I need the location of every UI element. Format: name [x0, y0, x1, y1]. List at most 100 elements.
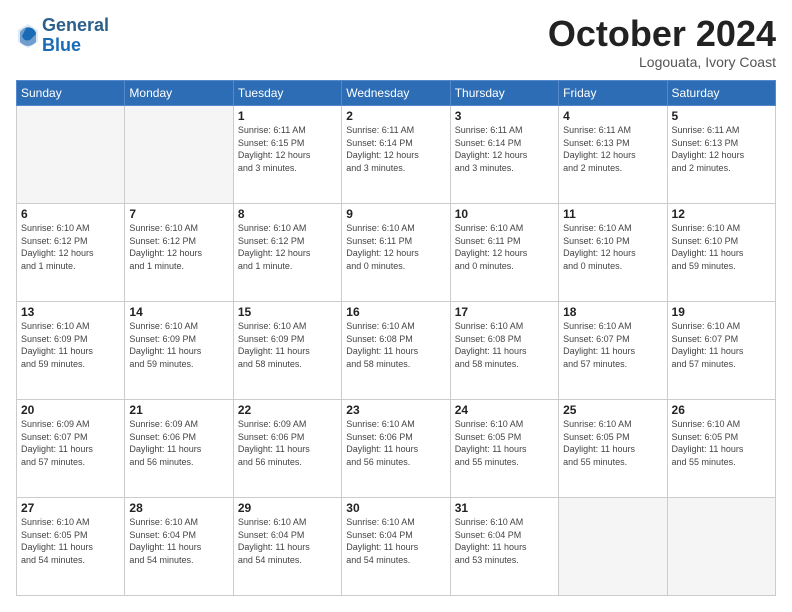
day-number: 3 — [455, 109, 554, 123]
month-title: October 2024 — [548, 16, 776, 52]
calendar-header: SundayMondayTuesdayWednesdayThursdayFrid… — [17, 81, 776, 106]
calendar-cell: 10Sunrise: 6:10 AM Sunset: 6:11 PM Dayli… — [450, 204, 558, 302]
calendar-cell: 7Sunrise: 6:10 AM Sunset: 6:12 PM Daylig… — [125, 204, 233, 302]
day-number: 7 — [129, 207, 228, 221]
day-info: Sunrise: 6:09 AM Sunset: 6:06 PM Dayligh… — [129, 418, 228, 468]
calendar-cell: 4Sunrise: 6:11 AM Sunset: 6:13 PM Daylig… — [559, 106, 667, 204]
day-info: Sunrise: 6:10 AM Sunset: 6:09 PM Dayligh… — [129, 320, 228, 370]
calendar-cell: 6Sunrise: 6:10 AM Sunset: 6:12 PM Daylig… — [17, 204, 125, 302]
week-row-5: 27Sunrise: 6:10 AM Sunset: 6:05 PM Dayli… — [17, 498, 776, 596]
calendar-cell: 14Sunrise: 6:10 AM Sunset: 6:09 PM Dayli… — [125, 302, 233, 400]
day-number: 9 — [346, 207, 445, 221]
calendar-table: SundayMondayTuesdayWednesdayThursdayFrid… — [16, 80, 776, 596]
calendar-cell: 9Sunrise: 6:10 AM Sunset: 6:11 PM Daylig… — [342, 204, 450, 302]
calendar-cell — [125, 106, 233, 204]
header: General Blue October 2024 Logouata, Ivor… — [16, 16, 776, 70]
calendar-cell: 22Sunrise: 6:09 AM Sunset: 6:06 PM Dayli… — [233, 400, 341, 498]
location-subtitle: Logouata, Ivory Coast — [548, 54, 776, 70]
calendar-cell: 17Sunrise: 6:10 AM Sunset: 6:08 PM Dayli… — [450, 302, 558, 400]
day-number: 16 — [346, 305, 445, 319]
day-info: Sunrise: 6:10 AM Sunset: 6:12 PM Dayligh… — [21, 222, 120, 272]
weekday-header-row: SundayMondayTuesdayWednesdayThursdayFrid… — [17, 81, 776, 106]
calendar-cell: 3Sunrise: 6:11 AM Sunset: 6:14 PM Daylig… — [450, 106, 558, 204]
calendar-cell: 24Sunrise: 6:10 AM Sunset: 6:05 PM Dayli… — [450, 400, 558, 498]
calendar-cell: 18Sunrise: 6:10 AM Sunset: 6:07 PM Dayli… — [559, 302, 667, 400]
calendar-cell — [559, 498, 667, 596]
day-number: 11 — [563, 207, 662, 221]
logo-text: General Blue — [42, 16, 109, 56]
day-number: 25 — [563, 403, 662, 417]
calendar-cell: 15Sunrise: 6:10 AM Sunset: 6:09 PM Dayli… — [233, 302, 341, 400]
day-number: 23 — [346, 403, 445, 417]
calendar-cell — [17, 106, 125, 204]
calendar-cell: 12Sunrise: 6:10 AM Sunset: 6:10 PM Dayli… — [667, 204, 775, 302]
weekday-header-monday: Monday — [125, 81, 233, 106]
day-number: 4 — [563, 109, 662, 123]
day-number: 8 — [238, 207, 337, 221]
calendar-cell: 19Sunrise: 6:10 AM Sunset: 6:07 PM Dayli… — [667, 302, 775, 400]
day-info: Sunrise: 6:09 AM Sunset: 6:07 PM Dayligh… — [21, 418, 120, 468]
day-info: Sunrise: 6:10 AM Sunset: 6:07 PM Dayligh… — [672, 320, 771, 370]
day-info: Sunrise: 6:11 AM Sunset: 6:14 PM Dayligh… — [455, 124, 554, 174]
day-info: Sunrise: 6:10 AM Sunset: 6:05 PM Dayligh… — [21, 516, 120, 566]
day-info: Sunrise: 6:10 AM Sunset: 6:05 PM Dayligh… — [563, 418, 662, 468]
day-number: 1 — [238, 109, 337, 123]
day-number: 5 — [672, 109, 771, 123]
day-number: 10 — [455, 207, 554, 221]
day-number: 31 — [455, 501, 554, 515]
day-number: 12 — [672, 207, 771, 221]
day-info: Sunrise: 6:10 AM Sunset: 6:04 PM Dayligh… — [455, 516, 554, 566]
day-number: 29 — [238, 501, 337, 515]
calendar-cell: 27Sunrise: 6:10 AM Sunset: 6:05 PM Dayli… — [17, 498, 125, 596]
day-info: Sunrise: 6:10 AM Sunset: 6:09 PM Dayligh… — [238, 320, 337, 370]
calendar-cell: 28Sunrise: 6:10 AM Sunset: 6:04 PM Dayli… — [125, 498, 233, 596]
day-info: Sunrise: 6:10 AM Sunset: 6:05 PM Dayligh… — [672, 418, 771, 468]
title-area: October 2024 Logouata, Ivory Coast — [548, 16, 776, 70]
day-info: Sunrise: 6:11 AM Sunset: 6:13 PM Dayligh… — [563, 124, 662, 174]
day-info: Sunrise: 6:10 AM Sunset: 6:04 PM Dayligh… — [129, 516, 228, 566]
day-number: 28 — [129, 501, 228, 515]
weekday-header-wednesday: Wednesday — [342, 81, 450, 106]
day-number: 22 — [238, 403, 337, 417]
logo: General Blue — [16, 16, 109, 56]
day-info: Sunrise: 6:09 AM Sunset: 6:06 PM Dayligh… — [238, 418, 337, 468]
calendar-cell: 31Sunrise: 6:10 AM Sunset: 6:04 PM Dayli… — [450, 498, 558, 596]
day-info: Sunrise: 6:11 AM Sunset: 6:15 PM Dayligh… — [238, 124, 337, 174]
day-info: Sunrise: 6:10 AM Sunset: 6:08 PM Dayligh… — [346, 320, 445, 370]
day-info: Sunrise: 6:10 AM Sunset: 6:07 PM Dayligh… — [563, 320, 662, 370]
logo-blue: Blue — [42, 36, 109, 56]
calendar-cell: 21Sunrise: 6:09 AM Sunset: 6:06 PM Dayli… — [125, 400, 233, 498]
day-number: 2 — [346, 109, 445, 123]
calendar-cell — [667, 498, 775, 596]
day-info: Sunrise: 6:11 AM Sunset: 6:14 PM Dayligh… — [346, 124, 445, 174]
day-info: Sunrise: 6:10 AM Sunset: 6:12 PM Dayligh… — [129, 222, 228, 272]
day-number: 13 — [21, 305, 120, 319]
day-number: 21 — [129, 403, 228, 417]
day-number: 30 — [346, 501, 445, 515]
calendar-cell: 8Sunrise: 6:10 AM Sunset: 6:12 PM Daylig… — [233, 204, 341, 302]
weekday-header-sunday: Sunday — [17, 81, 125, 106]
day-number: 24 — [455, 403, 554, 417]
calendar-cell: 25Sunrise: 6:10 AM Sunset: 6:05 PM Dayli… — [559, 400, 667, 498]
calendar-cell: 23Sunrise: 6:10 AM Sunset: 6:06 PM Dayli… — [342, 400, 450, 498]
day-info: Sunrise: 6:10 AM Sunset: 6:04 PM Dayligh… — [346, 516, 445, 566]
day-info: Sunrise: 6:10 AM Sunset: 6:09 PM Dayligh… — [21, 320, 120, 370]
calendar-cell: 13Sunrise: 6:10 AM Sunset: 6:09 PM Dayli… — [17, 302, 125, 400]
weekday-header-tuesday: Tuesday — [233, 81, 341, 106]
day-number: 19 — [672, 305, 771, 319]
week-row-4: 20Sunrise: 6:09 AM Sunset: 6:07 PM Dayli… — [17, 400, 776, 498]
calendar-cell: 26Sunrise: 6:10 AM Sunset: 6:05 PM Dayli… — [667, 400, 775, 498]
calendar-cell: 1Sunrise: 6:11 AM Sunset: 6:15 PM Daylig… — [233, 106, 341, 204]
day-info: Sunrise: 6:10 AM Sunset: 6:05 PM Dayligh… — [455, 418, 554, 468]
week-row-3: 13Sunrise: 6:10 AM Sunset: 6:09 PM Dayli… — [17, 302, 776, 400]
day-number: 15 — [238, 305, 337, 319]
calendar-cell: 5Sunrise: 6:11 AM Sunset: 6:13 PM Daylig… — [667, 106, 775, 204]
day-number: 18 — [563, 305, 662, 319]
day-info: Sunrise: 6:10 AM Sunset: 6:06 PM Dayligh… — [346, 418, 445, 468]
day-number: 6 — [21, 207, 120, 221]
day-info: Sunrise: 6:10 AM Sunset: 6:08 PM Dayligh… — [455, 320, 554, 370]
day-number: 14 — [129, 305, 228, 319]
day-info: Sunrise: 6:10 AM Sunset: 6:10 PM Dayligh… — [563, 222, 662, 272]
week-row-2: 6Sunrise: 6:10 AM Sunset: 6:12 PM Daylig… — [17, 204, 776, 302]
day-info: Sunrise: 6:10 AM Sunset: 6:11 PM Dayligh… — [346, 222, 445, 272]
